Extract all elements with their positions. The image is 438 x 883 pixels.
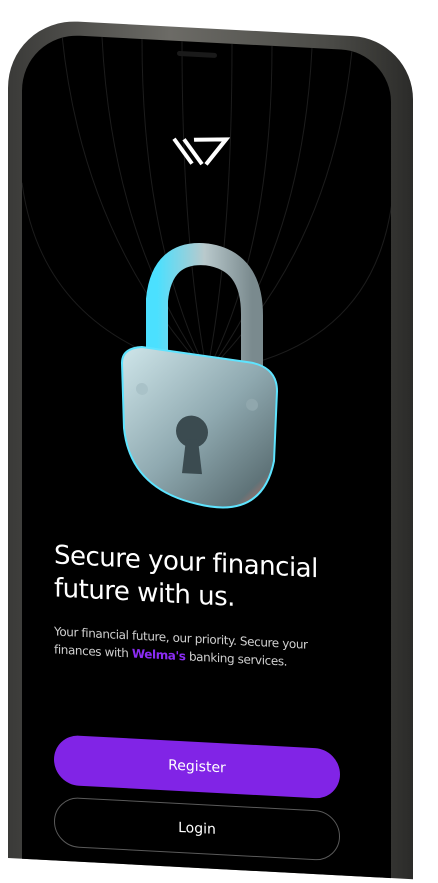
- app-screen: Secure your financial future with us. Yo…: [22, 32, 391, 879]
- brand-name: Welma's: [131, 646, 186, 664]
- welma-logo-icon: [172, 137, 230, 166]
- padlock-icon: [120, 243, 279, 509]
- subtitle-text-end: banking services.: [185, 649, 288, 669]
- phone-frame: Secure your financial future with us. Yo…: [8, 18, 413, 880]
